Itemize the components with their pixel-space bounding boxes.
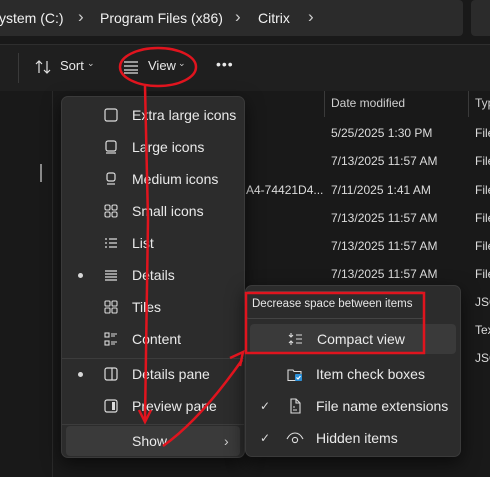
annotation-arrow-line [162,359,244,448]
annotation-circle [118,46,198,88]
annotation-arrow-line [143,85,150,421]
annotation-overlay [118,46,426,448]
annotation-arrowhead [229,349,245,367]
annotation-box [244,291,426,355]
